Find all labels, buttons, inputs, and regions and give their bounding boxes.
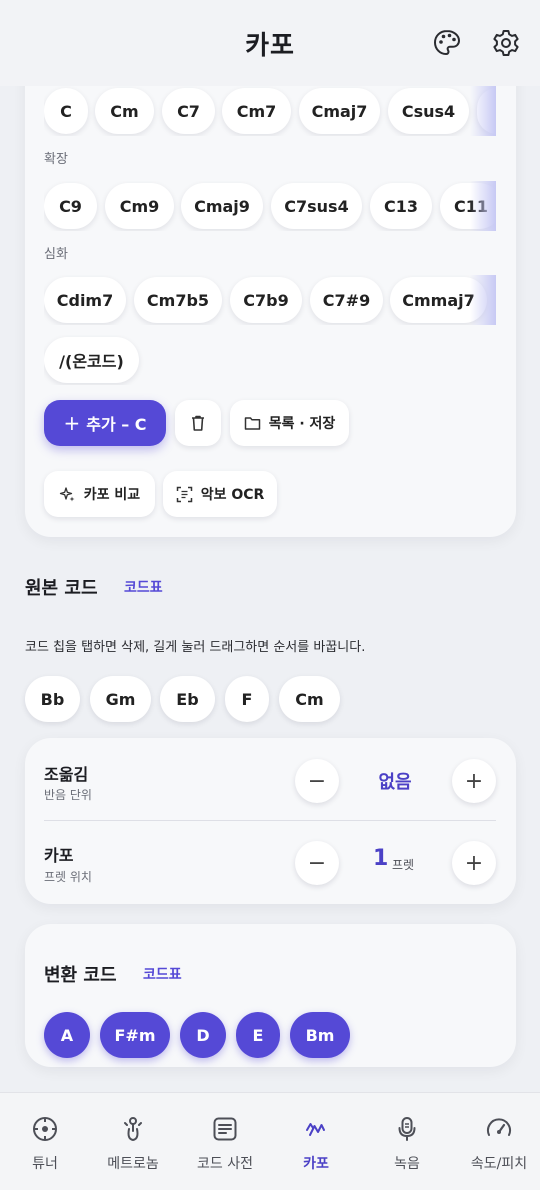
- capo-unit: 프렛: [392, 858, 415, 872]
- chord-chip[interactable]: Cm7b5: [134, 277, 222, 323]
- nav-item-capo[interactable]: 카포: [271, 1093, 361, 1190]
- chord-chip[interactable]: C7sus4: [271, 183, 362, 229]
- folder-icon: [244, 416, 260, 430]
- transpose-label: 조옮김: [44, 765, 89, 784]
- nav-item-record[interactable]: 녹음: [362, 1093, 452, 1190]
- original-chord-chip[interactable]: Cm: [279, 676, 340, 722]
- original-chords-title: 원본 코드: [25, 578, 98, 599]
- chip-help-text: 코드 칩을 탭하면 삭제, 길게 눌러 드래그하면 순서를 바꿉니다.: [25, 640, 366, 655]
- converted-chord-chip[interactable]: F#m: [100, 1012, 170, 1058]
- metronome-icon: [124, 1117, 142, 1142]
- original-chord-chip[interactable]: Bb: [25, 676, 80, 722]
- nav-item-speed-pitch[interactable]: 속도/피치: [454, 1093, 540, 1190]
- capo-sublabel: 프렛 위치: [44, 870, 92, 884]
- capo-increase-button[interactable]: +: [452, 841, 496, 885]
- chord-chip[interactable]: C13: [370, 183, 432, 229]
- chord-chip[interactable]: Cm7: [222, 88, 291, 134]
- add-chord-button[interactable]: + 추가 – C: [44, 400, 166, 446]
- scroll-fade: [470, 181, 496, 231]
- converted-chord-chip[interactable]: A: [44, 1012, 90, 1058]
- slash-chord-chip[interactable]: /(온코드): [44, 337, 139, 383]
- chord-chip[interactable]: Cmaj9: [181, 183, 263, 229]
- converted-chords-card: 변환 코드 코드표 A F#m D E Bm: [25, 924, 516, 1067]
- sparkles-icon: [59, 486, 75, 501]
- nav-label: 속도/피치: [470, 1156, 528, 1172]
- original-chord-list: Bb Gm Eb F Cm: [25, 674, 525, 724]
- dictionary-icon: [213, 1117, 237, 1141]
- transpose-value: 없음: [378, 772, 412, 793]
- nav-label: 코드 사전: [197, 1156, 253, 1172]
- tuner-icon: [33, 1117, 57, 1141]
- transpose-sublabel: 반음 단위: [44, 788, 92, 802]
- delete-button[interactable]: [175, 400, 221, 446]
- nav-label: 녹음: [394, 1156, 420, 1172]
- advanced-chord-row[interactable]: Cdim7 Cm7b5 C7b9 C7#9 Cmmaj7: [44, 275, 496, 325]
- chord-chip[interactable]: C7b9: [230, 277, 302, 323]
- capo-row: 카포 프렛 위치 − 1 프렛 +: [25, 822, 516, 902]
- chord-chip[interactable]: Cmaj7: [299, 88, 380, 134]
- capo-label: 카포: [44, 846, 74, 865]
- nav-item-tuner[interactable]: 튜너: [0, 1093, 90, 1190]
- transpose-increase-button[interactable]: +: [452, 759, 496, 803]
- chord-chip[interactable]: C7#9: [310, 277, 383, 323]
- plus-icon: +: [63, 411, 81, 435]
- converted-chords-title: 변환 코드: [44, 965, 117, 986]
- chord-chip[interactable]: Csus4: [388, 88, 469, 134]
- converted-chord-chart-link[interactable]: 코드표: [143, 964, 182, 984]
- transpose-decrease-button[interactable]: −: [295, 759, 339, 803]
- sheet-ocr-label: 악보 OCR: [200, 487, 265, 503]
- slash-chord-row[interactable]: /(온코드): [44, 335, 164, 385]
- original-chord-chip[interactable]: Gm: [90, 676, 151, 722]
- converted-chord-chip[interactable]: E: [236, 1012, 280, 1058]
- scan-document-icon: [176, 486, 192, 502]
- converted-chord-chip[interactable]: D: [180, 1012, 226, 1058]
- transpose-row: 조옮김 반음 단위 − 없음 +: [25, 738, 516, 818]
- chord-chip[interactable]: Cdim7: [44, 277, 126, 323]
- scroll-fade: [470, 275, 496, 325]
- nav-item-chord-dictionary[interactable]: 코드 사전: [180, 1093, 270, 1190]
- section-label-extended: 확장: [44, 152, 68, 167]
- list-save-button[interactable]: 목록 · 저장: [230, 400, 349, 446]
- chord-chip[interactable]: Cm: [95, 88, 154, 134]
- original-chord-chart-link[interactable]: 코드표: [124, 577, 163, 597]
- basic-chord-row[interactable]: C Cm C7 Cm7 Cmaj7 Csus4: [44, 86, 496, 136]
- original-chord-chip[interactable]: Eb: [160, 676, 215, 722]
- chord-chip[interactable]: Cm9: [105, 183, 174, 229]
- capo-value: 1: [373, 846, 389, 871]
- scroll-fade: [470, 86, 496, 136]
- nav-label: 튜너: [32, 1156, 58, 1172]
- gear-icon[interactable]: [491, 28, 521, 58]
- app-header: 카포: [0, 0, 540, 86]
- add-chord-label: 추가 – C: [86, 415, 147, 434]
- extended-chord-row[interactable]: C9 Cm9 Cmaj9 C7sus4 C13 C11: [44, 181, 496, 231]
- chord-chip[interactable]: C: [44, 88, 88, 134]
- trash-icon: [192, 415, 204, 431]
- capo-decrease-button[interactable]: −: [295, 841, 339, 885]
- capo-icon: [306, 1123, 325, 1136]
- microphone-icon: [398, 1117, 416, 1141]
- sheet-ocr-button[interactable]: 악보 OCR: [163, 471, 277, 517]
- divider: [44, 820, 496, 821]
- bottom-navigation: 튜너 메트로놈 코드 사전 카포 녹음 속도/피치: [0, 1092, 540, 1190]
- original-chord-chip[interactable]: F: [225, 676, 269, 722]
- nav-label: 카포: [303, 1156, 329, 1172]
- nav-label: 메트로놈: [107, 1156, 159, 1172]
- main-scroll[interactable]: C Cm C7 Cm7 Cmaj7 Csus4 확장 C9 Cm9 Cmaj9 …: [0, 86, 540, 1092]
- page-title: 카포: [245, 30, 295, 61]
- capo-compare-button[interactable]: 카포 비교: [44, 471, 155, 517]
- capo-compare-label: 카포 비교: [83, 487, 141, 503]
- speedometer-icon: [487, 1118, 511, 1136]
- section-label-advanced: 심화: [44, 247, 68, 262]
- converted-chord-chip[interactable]: Bm: [290, 1012, 350, 1058]
- list-save-label: 목록 · 저장: [268, 416, 336, 432]
- chord-chip[interactable]: C7: [162, 88, 215, 134]
- chord-chip[interactable]: C9: [44, 183, 97, 229]
- palette-icon[interactable]: [432, 28, 462, 58]
- transpose-settings-card: 조옮김 반음 단위 − 없음 + 카포 프렛 위치 − 1 프렛 +: [25, 738, 516, 904]
- nav-item-metronome[interactable]: 메트로놈: [88, 1093, 178, 1190]
